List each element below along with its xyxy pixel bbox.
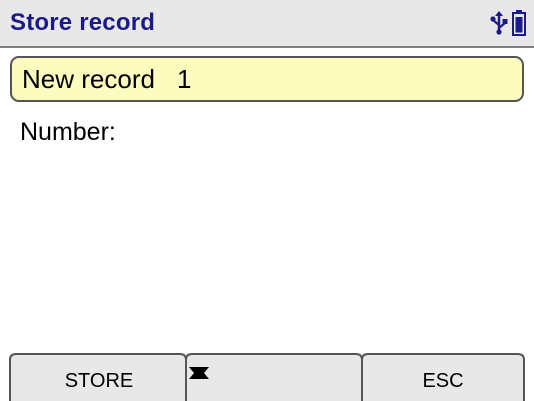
title-bar: Store record	[0, 0, 534, 48]
record-label: New record	[22, 63, 155, 94]
number-field-label: Number:	[20, 118, 116, 146]
battery-icon	[512, 10, 526, 36]
screen-title: Store record	[10, 9, 156, 36]
store-softkey[interactable]: STORE	[14, 370, 184, 393]
navigate-softkey[interactable]	[188, 366, 360, 394]
device-screen: Store record New record 1 Number: STORE …	[0, 0, 534, 401]
softkey-bar: STORE ESC	[0, 352, 534, 401]
status-icons	[490, 8, 526, 38]
record-number: 1	[176, 63, 192, 94]
record-selector[interactable]: New record 1	[10, 56, 524, 102]
esc-softkey[interactable]: ESC	[366, 370, 520, 393]
usb-icon	[490, 11, 508, 35]
